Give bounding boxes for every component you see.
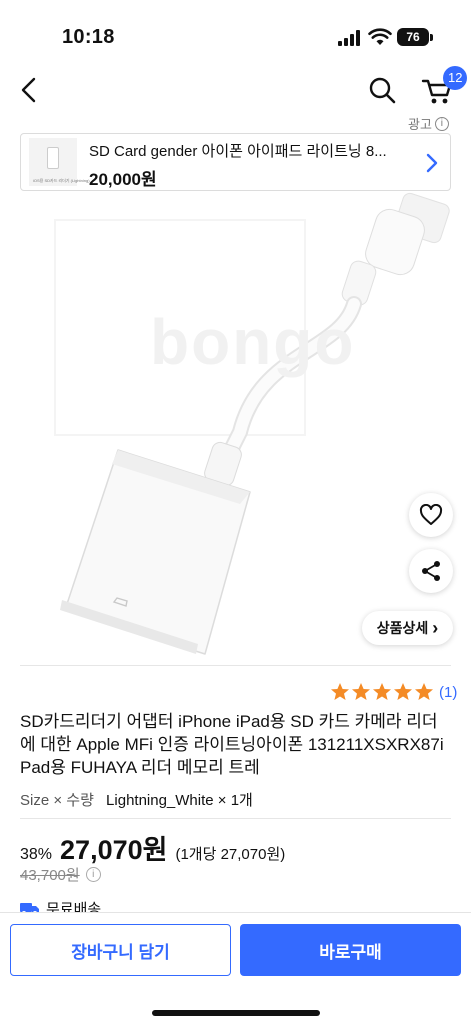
search-button[interactable]: [366, 74, 398, 106]
share-button[interactable]: [409, 549, 453, 593]
product-detail-button[interactable]: 상품상세 ›: [362, 611, 453, 645]
cellular-signal-icon: [338, 30, 362, 51]
rating-summary[interactable]: (1): [330, 682, 457, 702]
original-price-row: 43,700원 i: [20, 864, 101, 885]
wishlist-button[interactable]: [409, 493, 453, 537]
star-icon: [394, 683, 412, 700]
unit-price: (1개당 27,070원): [175, 846, 286, 863]
ad-label-text: 광고: [408, 117, 432, 132]
selected-option[interactable]: Size × 수량 Lightning_White × 1개: [20, 789, 253, 810]
discount-rate: 38%: [20, 846, 53, 863]
info-icon: i: [434, 116, 449, 131]
share-icon: [422, 561, 440, 581]
chevron-right-icon: ›: [432, 618, 439, 638]
bottom-action-bar: 장바구니 담기 바로구매: [0, 912, 471, 1024]
add-to-cart-button[interactable]: 장바구니 담기: [10, 924, 231, 976]
star-icon: [352, 683, 370, 700]
price-row: 38% 27,070원 (1개당 27,070원): [20, 828, 285, 867]
option-value: Lightning_White × 1개: [106, 792, 253, 809]
status-bar: 10:18 76: [0, 0, 471, 62]
ad-thumbnail-caption: iOS용 SD카드 리더기 (Lightning): [33, 178, 90, 183]
product-title: SD카드리더기 어댑터 iPhone iPad용 SD 카드 카메라 리더에 대…: [20, 712, 444, 777]
sd-card-reader-illustration: [54, 192, 450, 655]
image-watermark: bongo: [150, 306, 356, 378]
divider: [20, 665, 451, 666]
product-image[interactable]: [0, 192, 471, 662]
sale-price: 27,070원: [60, 835, 168, 865]
chevron-left-icon: [21, 77, 36, 103]
home-indicator[interactable]: [152, 1010, 320, 1016]
status-time: 10:18: [62, 26, 115, 48]
original-price: 43,700원: [20, 867, 80, 884]
divider: [20, 818, 451, 819]
buy-now-button[interactable]: 바로구매: [240, 924, 461, 976]
star-icon: [415, 683, 433, 700]
star-icon: [331, 683, 349, 700]
ad-product-title: SD Card gender 아이폰 아이패드 라이트닝 8...: [89, 143, 387, 160]
sd-reader-thumbnail-icon: [47, 147, 59, 169]
wifi-icon: [368, 28, 392, 51]
top-navigation: [0, 62, 471, 118]
heart-outline-icon: [419, 504, 443, 525]
star-icon: [373, 683, 391, 700]
option-label: Size × 수량: [20, 792, 94, 809]
chevron-right-icon: [426, 153, 438, 173]
back-button[interactable]: [14, 74, 46, 106]
info-icon[interactable]: i: [85, 867, 101, 882]
battery-icon: 76: [397, 28, 429, 46]
product-detail-label: 상품상세: [376, 620, 429, 636]
ad-product-thumbnail: iOS용 SD카드 리더기 (Lightning): [29, 138, 90, 186]
battery-cap: [430, 34, 433, 41]
ad-product-price: 20,000원: [89, 170, 157, 189]
sponsored-product-banner[interactable]: iOS용 SD카드 리더기 (Lightning) SD Card gender…: [20, 133, 451, 191]
search-icon: [369, 77, 396, 104]
ad-label[interactable]: 광고 i: [408, 114, 449, 133]
review-count[interactable]: (1): [439, 684, 457, 701]
